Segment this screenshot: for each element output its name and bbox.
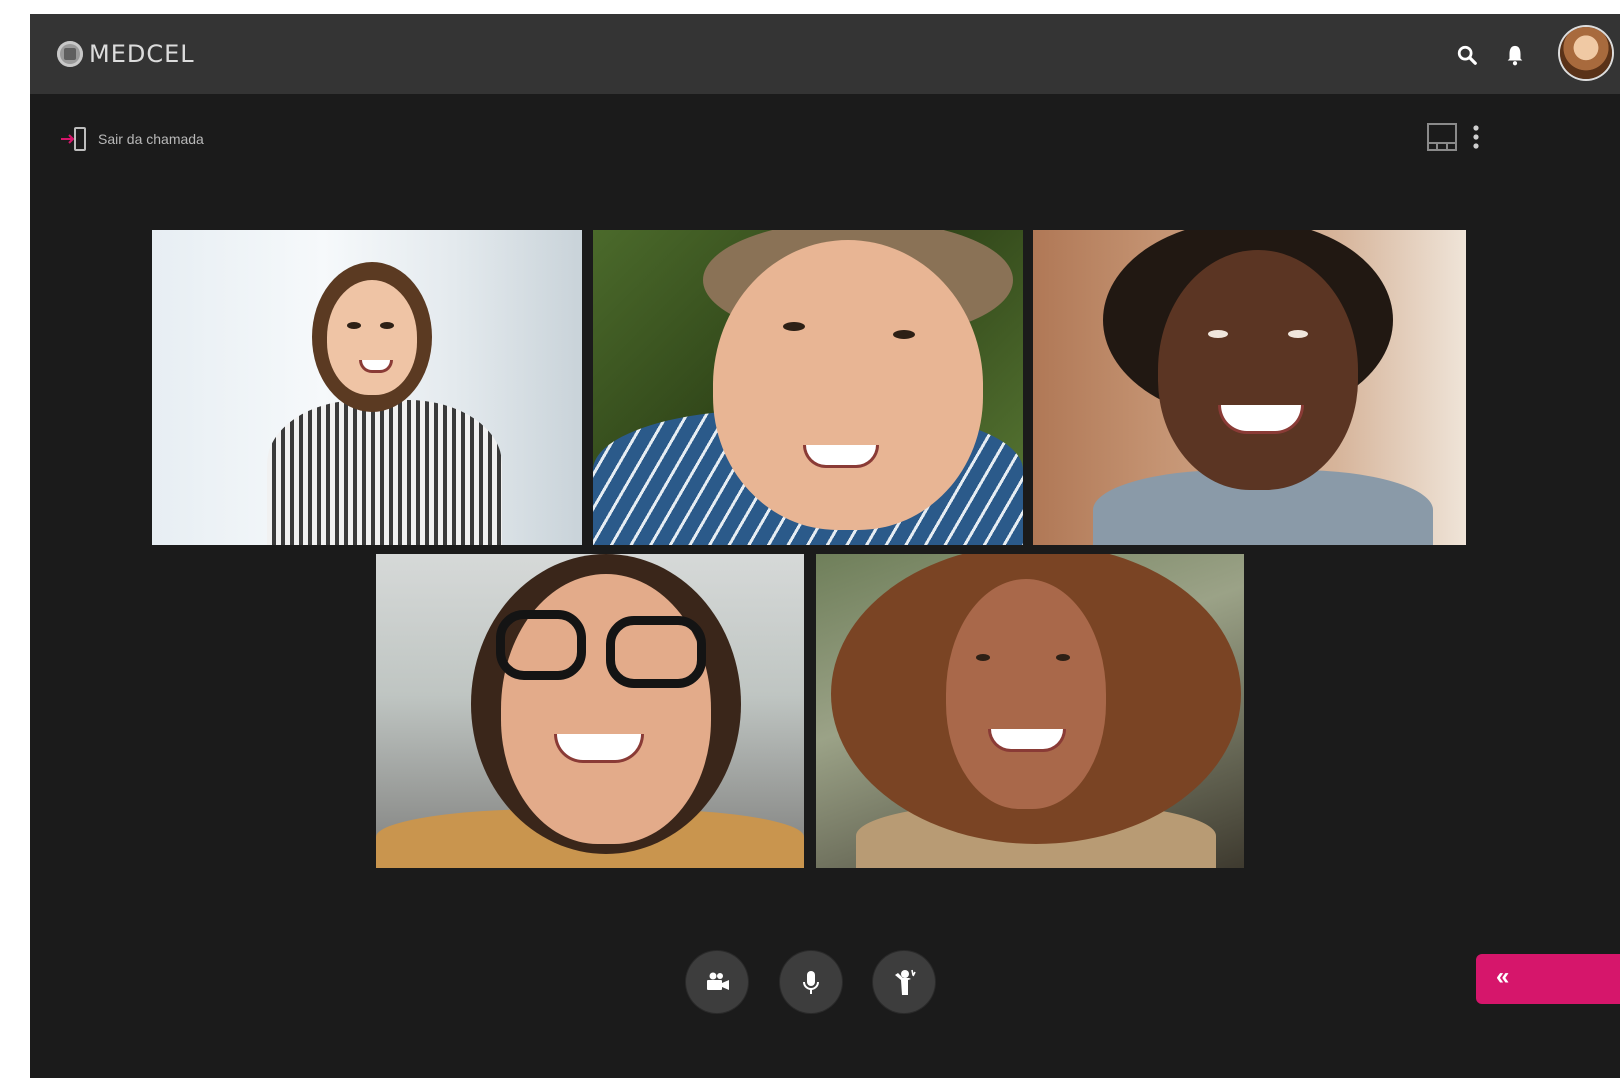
layout-icon[interactable] [1426, 122, 1458, 152]
participant-video-2[interactable] [593, 230, 1023, 545]
glasses-shape [496, 610, 586, 680]
participant-video-1[interactable] [152, 230, 582, 545]
leave-call-button[interactable]: Sair da chamada [60, 126, 204, 152]
call-window: MEDCEL Sair da chamada « [30, 14, 1620, 1078]
brand-name: MEDCEL [89, 40, 195, 68]
bell-icon[interactable] [1504, 43, 1526, 67]
logo-icon [57, 41, 83, 67]
search-icon[interactable] [1456, 44, 1478, 66]
double-chevron-left-icon: « [1496, 963, 1510, 990]
microphone-toggle-button[interactable] [780, 951, 842, 1013]
camera-icon [707, 972, 729, 990]
user-avatar[interactable] [1560, 27, 1612, 79]
more-vertical-icon[interactable] [1470, 124, 1482, 150]
camera-toggle-button[interactable] [686, 951, 748, 1013]
brand-logo[interactable]: MEDCEL [57, 40, 195, 68]
raise-hand-button[interactable] [873, 951, 935, 1013]
participant-video-5[interactable] [816, 554, 1244, 868]
top-actions [1420, 14, 1620, 94]
glasses-shape [606, 616, 706, 688]
participant-video-3[interactable] [1033, 230, 1466, 545]
leave-call-label: Sair da chamada [98, 131, 204, 147]
top-bar: MEDCEL [30, 14, 1620, 94]
participant-video-4[interactable] [376, 554, 804, 868]
collapse-panel-button[interactable]: « [1476, 954, 1620, 1004]
raise-hand-icon [895, 969, 916, 995]
exit-icon [61, 127, 86, 151]
microphone-icon [803, 971, 819, 994]
